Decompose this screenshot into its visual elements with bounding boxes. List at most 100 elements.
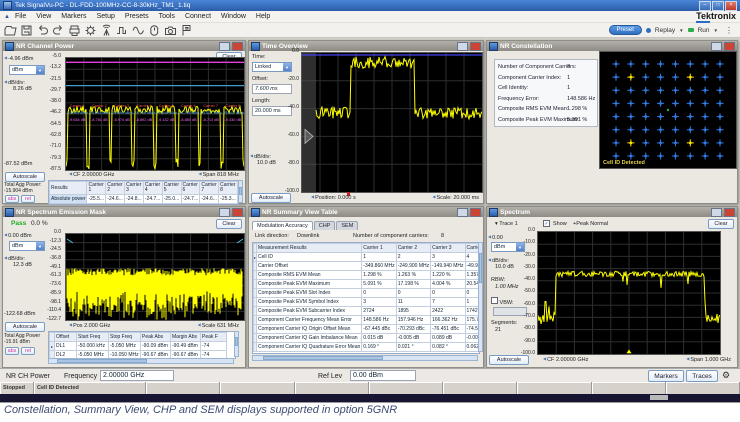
results-table-scrollbar[interactable] <box>238 180 243 203</box>
table-row[interactable]: Carrier Offset-349.860 MHz-249.900 MHz-1… <box>254 262 481 271</box>
menu-item-7[interactable]: Window <box>221 13 246 20</box>
restore-icon[interactable] <box>457 42 468 51</box>
column-header[interactable]: Carrier 3 <box>431 244 465 253</box>
column-header[interactable]: Carrier 2 <box>106 182 125 195</box>
span-label[interactable]: Span 1.000 GHz <box>690 357 731 363</box>
replay-chevron-down-icon[interactable]: ▼ <box>679 28 683 33</box>
restore-icon[interactable] <box>711 208 722 217</box>
minimize-icon[interactable]: – <box>699 1 711 11</box>
undo-icon[interactable] <box>35 24 50 37</box>
close-icon[interactable] <box>470 42 481 51</box>
column-header[interactable]: Offset <box>55 333 77 342</box>
maximize-icon[interactable]: □ <box>712 1 724 11</box>
table-row[interactable]: Composite Peak EVM Maximum5.091 %17.198 … <box>254 280 481 289</box>
clear-button[interactable]: Clear <box>216 219 242 229</box>
vbw-checkbox[interactable] <box>491 297 498 304</box>
column-header[interactable]: Carrier 1 <box>87 182 106 195</box>
trace-label[interactable]: Trace 1 <box>499 221 517 227</box>
settings-icon[interactable] <box>83 24 98 37</box>
frequency-field[interactable]: 2.00000 GHz <box>100 370 174 381</box>
spectrum-chart[interactable] <box>537 231 721 355</box>
sem-table-scrollbar[interactable] <box>234 331 239 357</box>
scale-label[interactable]: Scale 631 MHz <box>202 323 239 329</box>
sine-waveform-icon[interactable] <box>131 24 146 37</box>
tab-0[interactable]: Modulation Accuracy <box>252 221 313 230</box>
menu-item-2[interactable]: Markers <box>61 13 86 20</box>
menu-item-6[interactable]: Connect <box>185 13 211 20</box>
span-label[interactable]: Span 818 MHz <box>203 172 239 178</box>
menu-item-5[interactable]: Tools <box>159 13 175 20</box>
column-header[interactable]: Carrier 2 <box>396 244 430 253</box>
position-label[interactable]: Position: 0.000 s <box>315 195 356 201</box>
dbdiv-value[interactable]: 8.26 dB <box>13 86 32 92</box>
ref-level-value[interactable]: -4.96 dBm <box>8 56 33 62</box>
menu-item-8[interactable]: Help <box>256 13 270 20</box>
replay-button[interactable]: Replay <box>655 27 675 34</box>
table-row[interactable]: ▸Cell ID1234 <box>254 253 481 262</box>
rel-button[interactable]: rel <box>21 195 35 203</box>
column-header[interactable]: Carrier 7 <box>200 182 219 195</box>
column-header[interactable]: Carrier 4 <box>143 182 162 195</box>
center-frequency-label[interactable]: CF 2.00000 GHz <box>73 172 114 178</box>
detector-label[interactable]: +Peak Normal <box>573 221 608 227</box>
panel-titlebar[interactable]: NR Spectrum Emission Mask <box>3 207 245 217</box>
table-row[interactable]: Absolute power-25.5...-24.6...-24.8...-2… <box>50 195 238 204</box>
column-header[interactable]: Carrier 8 <box>219 182 238 195</box>
scale-label[interactable]: Scale: 20.000 ms <box>437 195 480 201</box>
dbdiv-value[interactable]: 12.3 dB <box>13 262 32 268</box>
gear-icon[interactable]: ⚙ <box>722 370 730 381</box>
menu-item-4[interactable]: Presets <box>125 13 149 20</box>
table-row[interactable] <box>50 204 238 206</box>
overflow-menu-icon[interactable]: ⋮ <box>725 26 733 35</box>
sem-table-hscrollbar[interactable] <box>48 358 234 364</box>
close-icon[interactable] <box>470 208 481 217</box>
table-row[interactable]: Component Carrier IQ Quadrature Error Me… <box>254 343 481 352</box>
print-icon[interactable] <box>67 24 82 37</box>
column-header[interactable]: Measurement Results <box>257 244 362 253</box>
abs-button[interactable]: abs <box>5 347 19 355</box>
table-row[interactable]: Composite Peak EVM Slot Index0000 <box>254 289 481 298</box>
eject-icon[interactable]: ▲ <box>4 14 10 20</box>
ref-level-value[interactable]: 0.00 <box>492 235 503 241</box>
close-icon[interactable] <box>724 208 735 217</box>
panel-titlebar[interactable]: Spectrum <box>487 207 737 217</box>
time-overview-chart[interactable] <box>301 52 483 193</box>
tab-2[interactable]: SEM <box>336 221 358 230</box>
save-icon[interactable] <box>19 24 34 37</box>
column-header[interactable]: Carrier 3 <box>125 182 144 195</box>
autoscale-button[interactable]: Autoscale <box>5 322 45 332</box>
position-label[interactable]: Pos 2.000 GHz <box>73 323 110 329</box>
table-row[interactable]: Composite RMS EVM Mean1.298 %1.263 %1.22… <box>254 271 481 280</box>
camera-icon[interactable] <box>163 24 178 37</box>
dbdiv-value[interactable]: 10.0 dB <box>495 264 514 270</box>
table-row[interactable]: Composite Peak EVM Subcarrier Index27241… <box>254 307 481 316</box>
table-row[interactable]: Component Carrier IQ Origin Offset Mean-… <box>254 325 481 334</box>
traces-button[interactable]: Traces <box>686 370 718 382</box>
run-chevron-down-icon[interactable]: ▼ <box>714 28 718 33</box>
tab-1[interactable]: CHP <box>314 221 336 230</box>
column-header[interactable]: Stop Freq <box>109 333 141 342</box>
redo-icon[interactable] <box>51 24 66 37</box>
sem-chart[interactable] <box>65 233 245 321</box>
run-button[interactable]: Run <box>698 27 710 34</box>
table-row[interactable]: Composite Peak EVM Symbol Index31171 <box>254 298 481 307</box>
marker-flag-icon[interactable] <box>179 24 194 37</box>
column-header[interactable]: Peak F <box>201 333 227 342</box>
constellation-chart[interactable]: Cell ID Detected <box>599 51 737 169</box>
clear-button[interactable]: Clear <box>708 219 734 229</box>
panel-titlebar[interactable]: NR Constellation <box>487 41 737 51</box>
autoscale-button[interactable]: Autoscale <box>5 172 45 182</box>
pulse-waveform-icon[interactable] <box>115 24 130 37</box>
center-frequency-label[interactable]: CF 2.00000 GHz <box>547 357 588 363</box>
rel-button[interactable]: rel <box>21 347 35 355</box>
close-icon[interactable] <box>724 42 735 51</box>
column-header[interactable]: Start Freq <box>77 333 109 342</box>
abs-button[interactable]: abs <box>5 195 19 203</box>
autoscale-button[interactable]: Autoscale <box>489 355 529 365</box>
table-row[interactable]: Component Carrier IQ Gain Imbalance Mean… <box>254 334 481 343</box>
antenna-icon[interactable] <box>99 24 114 37</box>
open-icon[interactable] <box>3 24 18 37</box>
summary-table-scrollbar[interactable] <box>478 242 483 352</box>
panel-titlebar[interactable]: NR Channel Power <box>3 41 245 51</box>
panel-titlebar[interactable]: NR Summary View Table <box>249 207 483 217</box>
